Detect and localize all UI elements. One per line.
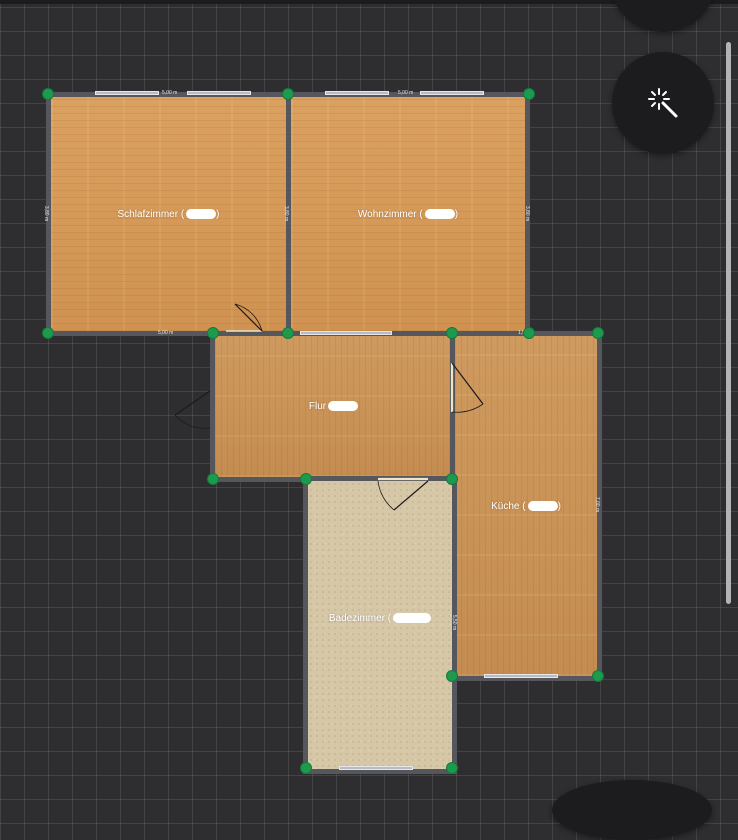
redacted-area [186, 208, 217, 219]
corner-node[interactable] [282, 88, 294, 100]
door-flur-left[interactable] [174, 390, 211, 429]
window[interactable] [325, 91, 389, 95]
window[interactable] [300, 331, 392, 335]
room-wohnzimmer[interactable]: Wohnzimmer () [286, 92, 530, 336]
corner-node[interactable] [592, 670, 604, 682]
dimension-label: 7,00 m [594, 496, 601, 513]
room-name: Schlafzimmer ( [117, 208, 185, 220]
room-suffix: ) [216, 208, 220, 220]
tool-button-top[interactable] [612, 0, 714, 32]
corner-node[interactable] [282, 327, 294, 339]
dimension-label: 5,00 m [162, 90, 178, 96]
corner-node[interactable] [592, 327, 604, 339]
dimension-label: 3,80 m [283, 205, 290, 222]
dimension-label: 5,00 m [398, 90, 414, 96]
room-badezimmer[interactable]: Badezimmer ( [303, 476, 457, 774]
tool-button-bottom[interactable] [552, 780, 712, 840]
dimension-label: 3,80 m [43, 205, 50, 222]
room-schlafzimmer[interactable]: Schlafzimmer () [46, 92, 291, 336]
corner-node[interactable] [300, 473, 312, 485]
vertical-scrollbar[interactable] [726, 42, 731, 604]
room-label-badezimmer: Badezimmer ( [328, 612, 432, 624]
corner-node[interactable] [446, 670, 458, 682]
room-label-wohnzimmer: Wohnzimmer () [358, 209, 458, 220]
magic-wand-icon [648, 88, 678, 118]
dimension-label: 3,80 m [524, 205, 531, 222]
corner-node[interactable] [300, 762, 312, 774]
dimension-label: 5,00 m [158, 330, 174, 336]
window[interactable] [95, 91, 159, 95]
room-name: Badezimmer ( [328, 612, 392, 624]
corner-node[interactable] [42, 88, 54, 100]
corner-node[interactable] [207, 473, 219, 485]
room-label-schlafzimmer: Schlafzimmer () [117, 209, 219, 220]
redacted-area [393, 612, 432, 623]
corner-node[interactable] [446, 473, 458, 485]
room-suffix: ) [454, 208, 459, 220]
room-name: Flur [308, 401, 327, 412]
room-name: Küche ( [491, 500, 526, 512]
corner-node[interactable] [446, 327, 458, 339]
window[interactable] [484, 674, 558, 678]
room-name: Wohnzimmer ( [357, 208, 423, 220]
redacted-area [328, 401, 359, 412]
magic-wand-button[interactable] [612, 52, 714, 154]
dimension-label: 5,50 m [451, 614, 458, 631]
window[interactable] [187, 91, 251, 95]
room-label-flur: Flur [308, 401, 359, 412]
corner-node[interactable] [207, 327, 219, 339]
window[interactable] [420, 91, 484, 95]
redacted-area [527, 500, 558, 511]
room-flur[interactable]: Flur [210, 331, 457, 482]
room-kuche[interactable]: Küche () [450, 331, 602, 681]
corner-node[interactable] [446, 762, 458, 774]
corner-node[interactable] [42, 327, 54, 339]
window[interactable] [339, 766, 413, 770]
redacted-area [424, 208, 455, 219]
room-label-kuche: Küche () [491, 501, 561, 512]
room-suffix: ) [557, 500, 561, 512]
corner-node[interactable] [523, 88, 535, 100]
corner-node[interactable] [523, 327, 535, 339]
